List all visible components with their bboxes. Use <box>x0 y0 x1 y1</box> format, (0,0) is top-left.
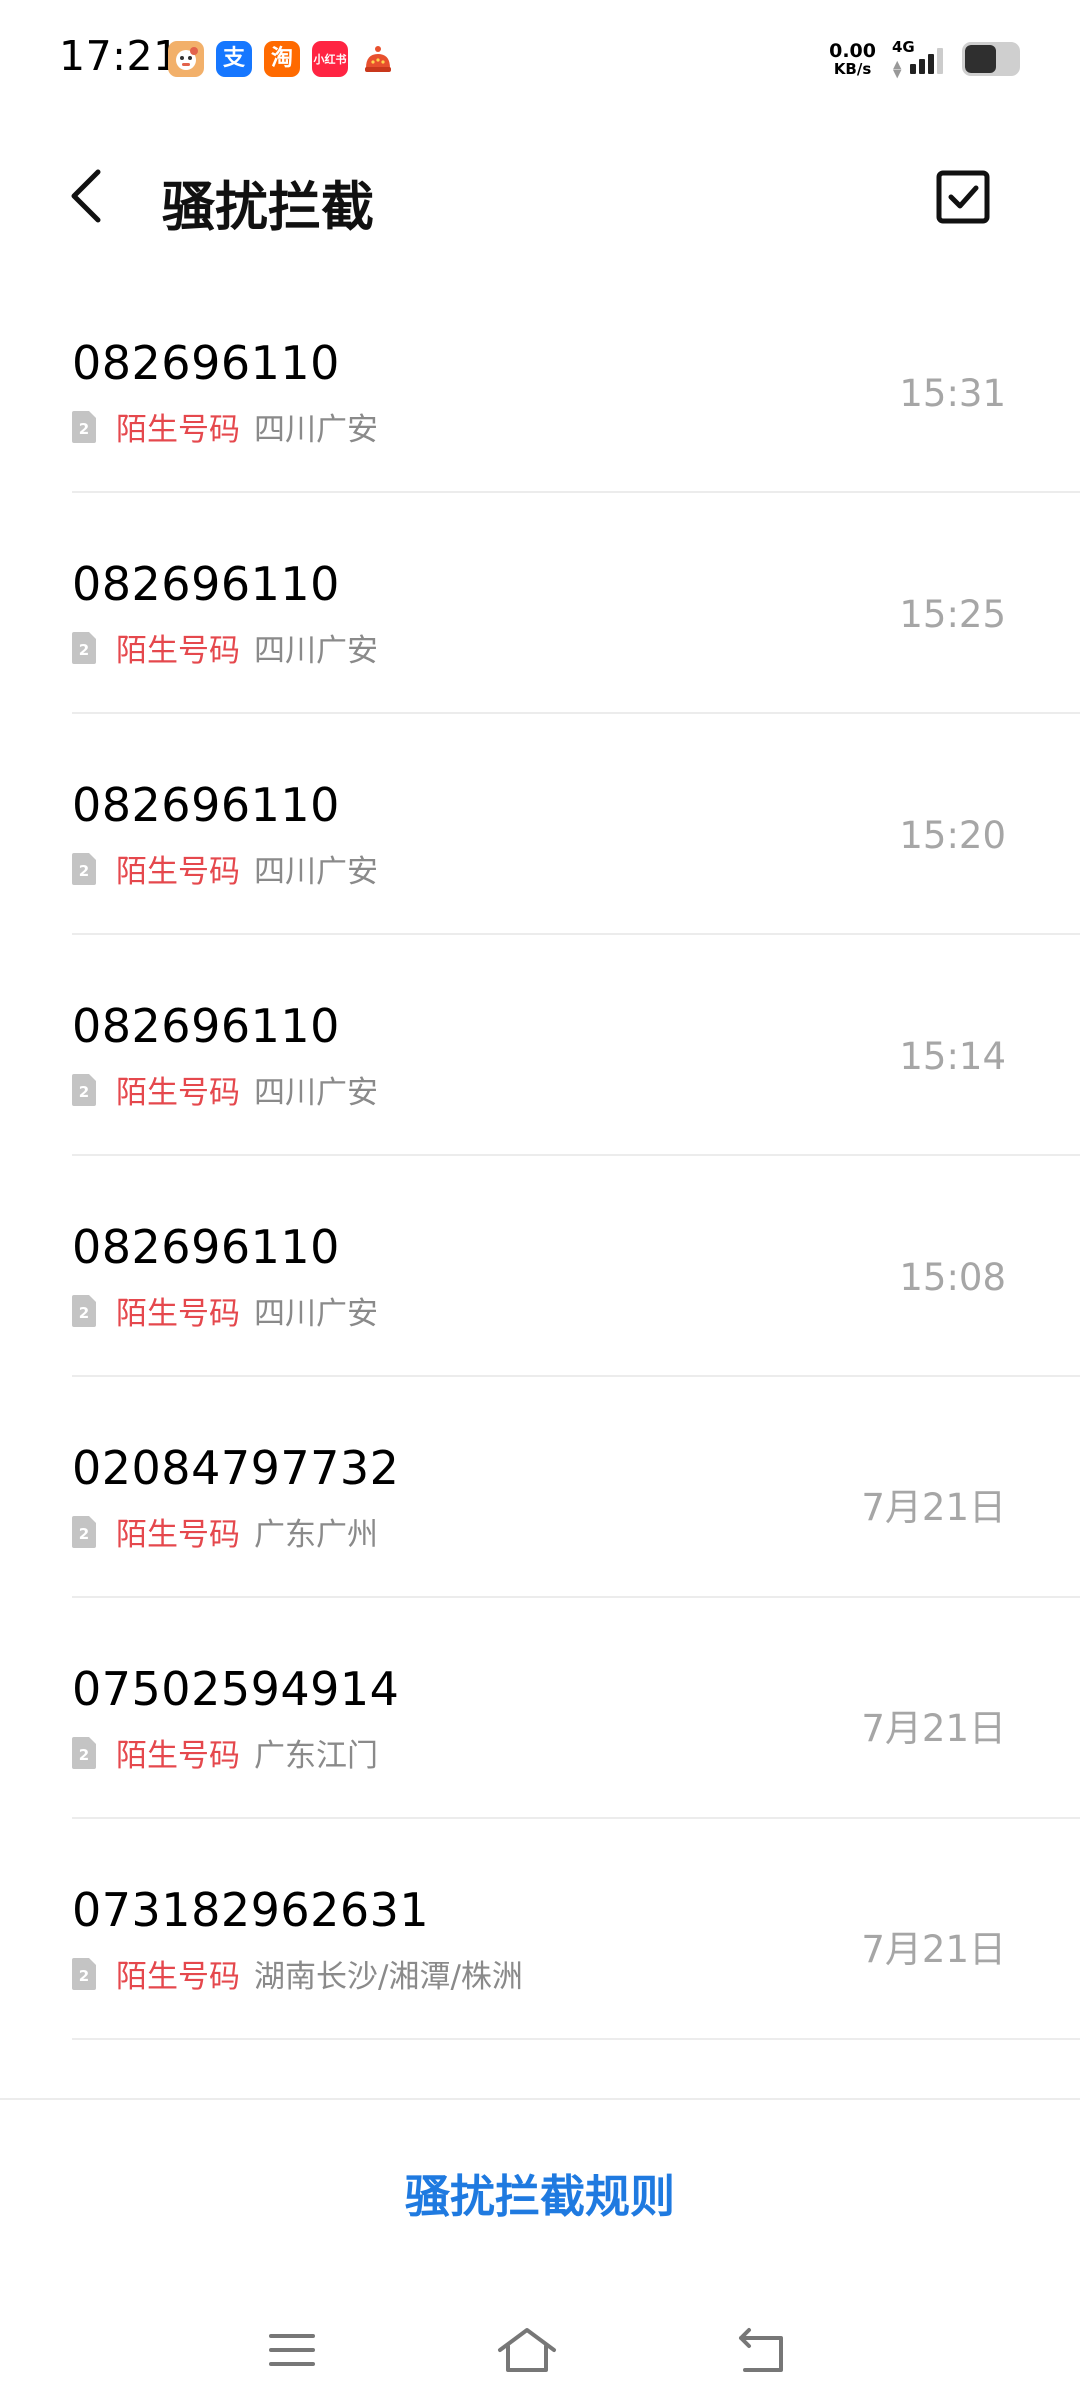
svg-text:2: 2 <box>79 1525 89 1543</box>
call-row[interactable]: 082696110 2 陌生号码 四川广安 15:31 <box>72 272 1080 493</box>
sim-2-icon: 2 <box>72 852 96 885</box>
block-rules-button[interactable]: 骚扰拦截规则 <box>0 2160 1080 2225</box>
svg-text:2: 2 <box>79 1304 89 1322</box>
back-button[interactable] <box>56 162 116 230</box>
call-row[interactable]: 07502594914 2 陌生号码 广东江门 7月21日 <box>72 1598 1080 1819</box>
xiaohongshu-icon: 小红书 <box>312 41 348 77</box>
call-details: 2 陌生号码 四川广安 <box>72 846 378 891</box>
sim-2-icon: 2 <box>72 1294 96 1327</box>
call-time: 7月21日 <box>861 1928 1006 1971</box>
stranger-tag: 陌生号码 <box>116 854 240 890</box>
call-time: 15:25 <box>899 593 1006 636</box>
alipay-icon: 支 <box>216 41 252 77</box>
call-number: 082696110 <box>72 557 340 611</box>
back-icon <box>739 2328 783 2372</box>
svg-text:2: 2 <box>79 862 89 880</box>
home-button[interactable] <box>491 2314 563 2386</box>
call-details: 2 陌生号码 四川广安 <box>72 1067 378 1112</box>
call-details: 2 陌生号码 广东江门 <box>72 1730 378 1775</box>
call-number: 082696110 <box>72 336 340 390</box>
call-location: 四川广安 <box>254 1296 378 1332</box>
call-row[interactable]: 073182962631 2 陌生号码 湖南长沙/湘潭/株洲 7月21日 <box>72 1819 1080 2040</box>
call-time: 7月21日 <box>861 1486 1006 1529</box>
red-app-icon <box>360 41 396 77</box>
battery-icon <box>962 42 1020 76</box>
status-right: 0.00 KB/s 4G ▲ ▼ <box>829 38 1020 80</box>
stranger-tag: 陌生号码 <box>116 1738 240 1774</box>
call-number: 02084797732 <box>72 1441 400 1495</box>
network-speed-value: 0.00 <box>829 39 876 62</box>
stranger-tag: 陌生号码 <box>116 1959 240 1995</box>
call-number: 082696110 <box>72 1220 340 1274</box>
data-activity-icon: ▲ ▼ <box>893 58 902 80</box>
recent-apps-button[interactable] <box>256 2314 328 2386</box>
sim-2-icon: 2 <box>72 631 96 664</box>
call-details: 2 陌生号码 四川广安 <box>72 1288 378 1333</box>
stranger-tag: 陌生号码 <box>116 1517 240 1553</box>
stranger-tag: 陌生号码 <box>116 1296 240 1332</box>
network-speed-unit: KB/s <box>833 59 872 78</box>
page-title: 骚扰拦截 <box>162 177 374 238</box>
call-number: 082696110 <box>72 778 340 832</box>
call-location: 广东江门 <box>254 1738 378 1774</box>
svg-text:2: 2 <box>79 1746 89 1764</box>
back-nav-button[interactable] <box>726 2314 798 2386</box>
call-location: 四川广安 <box>254 1075 378 1111</box>
call-location: 四川广安 <box>254 633 378 669</box>
sim-2-icon: 2 <box>72 1957 96 1990</box>
network-speed: 0.00 KB/s <box>829 39 876 78</box>
call-location: 湖南长沙/湘潭/株洲 <box>254 1959 523 1995</box>
call-row[interactable]: 082696110 2 陌生号码 四川广安 15:14 <box>72 935 1080 1156</box>
call-details: 2 陌生号码 四川广安 <box>72 625 378 670</box>
call-location: 四川广安 <box>254 412 378 448</box>
svg-text:2: 2 <box>79 1967 89 1985</box>
status-bar: 17:21 支 淘 小红书 0.00 KB/s 4G ▲ ▼ <box>0 0 1080 120</box>
svg-text:2: 2 <box>79 420 89 438</box>
svg-text:2: 2 <box>79 1083 89 1101</box>
notification-icons: 支 淘 小红书 <box>168 41 396 77</box>
call-time: 15:20 <box>899 814 1006 857</box>
call-number: 073182962631 <box>72 1883 430 1937</box>
call-number: 082696110 <box>72 999 340 1053</box>
sim-2-icon: 2 <box>72 410 96 443</box>
checkbox-icon <box>936 170 990 224</box>
stranger-tag: 陌生号码 <box>116 412 240 448</box>
status-time: 17:21 <box>59 32 180 80</box>
select-all-button[interactable] <box>932 166 994 228</box>
call-row[interactable]: 082696110 2 陌生号码 四川广安 15:20 <box>72 714 1080 935</box>
call-number: 07502594914 <box>72 1662 400 1716</box>
call-time: 15:08 <box>899 1256 1006 1299</box>
call-row[interactable]: 02084797732 2 陌生号码 广东广州 7月21日 <box>72 1377 1080 1598</box>
sim-2-icon: 2 <box>72 1073 96 1106</box>
call-row[interactable]: 082696110 2 陌生号码 四川广安 15:25 <box>72 493 1080 714</box>
call-details: 2 陌生号码 广东广州 <box>72 1509 378 1554</box>
call-time: 15:14 <box>899 1035 1006 1078</box>
app-bar: 骚扰拦截 <box>0 140 1080 255</box>
call-location: 四川广安 <box>254 854 378 890</box>
system-nav-bar <box>0 2300 1080 2408</box>
cartoon-app-icon <box>168 41 204 77</box>
stranger-tag: 陌生号码 <box>116 1075 240 1111</box>
chevron-left-icon <box>71 169 101 223</box>
call-details: 2 陌生号码 四川广安 <box>72 404 378 449</box>
cellular-signal-icon: 4G ▲ ▼ <box>890 38 950 80</box>
call-time: 15:31 <box>899 372 1006 415</box>
call-details: 2 陌生号码 湖南长沙/湘潭/株洲 <box>72 1951 523 1996</box>
network-type: 4G <box>892 38 915 56</box>
home-icon <box>498 2328 556 2372</box>
sim-2-icon: 2 <box>72 1736 96 1769</box>
blocked-call-list: 082696110 2 陌生号码 四川广安 15:31 082696110 2 … <box>0 272 1080 2040</box>
call-row[interactable]: 082696110 2 陌生号码 四川广安 15:08 <box>72 1156 1080 1377</box>
battery-level <box>965 45 997 73</box>
call-time: 7月21日 <box>861 1707 1006 1750</box>
svg-text:2: 2 <box>79 641 89 659</box>
menu-icon <box>269 2334 315 2366</box>
footer-action-area: 骚扰拦截规则 <box>0 2098 1080 2281</box>
taobao-icon: 淘 <box>264 41 300 77</box>
stranger-tag: 陌生号码 <box>116 633 240 669</box>
sim-2-icon: 2 <box>72 1515 96 1548</box>
call-location: 广东广州 <box>254 1517 378 1553</box>
